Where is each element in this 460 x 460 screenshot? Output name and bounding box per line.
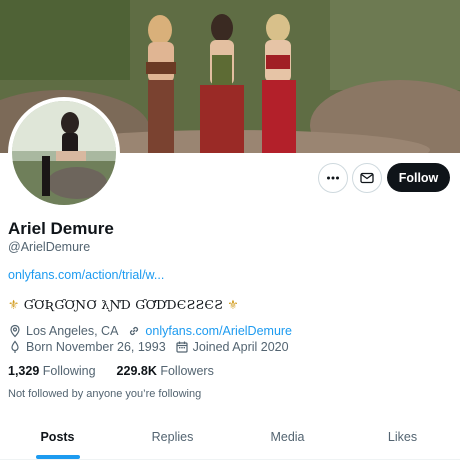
avatar-image bbox=[12, 101, 116, 205]
following-label: Following bbox=[42, 364, 96, 378]
follow-stats: 1,329 Following 229.8K Followers bbox=[8, 364, 214, 378]
joined-date-text: Joined April 2020 bbox=[192, 340, 289, 354]
birthday-icon bbox=[8, 340, 22, 354]
more-icon bbox=[327, 176, 339, 180]
tab-label: Replies bbox=[151, 430, 194, 444]
profile-name: Ariel Demure bbox=[8, 219, 114, 238]
fleur-de-lis-icon: ⚜ bbox=[227, 297, 239, 312]
link-icon bbox=[127, 324, 141, 338]
birth-date-text: Born November 26, 1993 bbox=[26, 340, 166, 354]
followers-label: Followers bbox=[160, 364, 214, 378]
follow-button[interactable]: Follow bbox=[387, 163, 450, 192]
profile-handle: @ArielDemure bbox=[8, 240, 91, 254]
followers-you-know: Not followed by anyone you’re following bbox=[8, 388, 202, 400]
tab-likes[interactable]: Likes bbox=[345, 415, 460, 459]
tab-label: Posts bbox=[40, 430, 75, 444]
active-tab-indicator bbox=[35, 455, 80, 459]
followers-count: 229.8K bbox=[116, 364, 157, 378]
profile-meta-row: Los Angeles, CA onlyfans.com/ArielDemure bbox=[8, 324, 292, 338]
message-button[interactable] bbox=[352, 163, 382, 193]
more-options-button[interactable] bbox=[318, 163, 348, 193]
following-count: 1,329 bbox=[8, 364, 40, 378]
location-text: Los Angeles, CA bbox=[26, 324, 119, 338]
tab-label: Media bbox=[270, 430, 305, 444]
calendar-icon bbox=[175, 340, 189, 354]
bio-text: ƓƠƦƓƠƝƠ ƛƝƊ ƓƠƊƊЄƧƧЄƧ bbox=[23, 297, 224, 312]
tab-replies[interactable]: Replies bbox=[115, 415, 230, 459]
profile-bio: ⚜ ƓƠƦƓƠƝƠ ƛƝƊ ƓƠƊƊЄƧƧЄƧ ⚜ bbox=[8, 297, 239, 312]
fleur-de-lis-icon: ⚜ bbox=[8, 297, 20, 312]
website-link[interactable]: onlyfans.com/ArielDemure bbox=[145, 324, 292, 338]
tab-label: Likes bbox=[387, 430, 418, 444]
bio-link[interactable]: onlyfans.com/action/trial/w... bbox=[8, 268, 164, 282]
following-link[interactable]: 1,329 Following bbox=[8, 364, 99, 378]
tab-media[interactable]: Media bbox=[230, 415, 345, 459]
profile-avatar[interactable] bbox=[8, 97, 120, 209]
mail-icon bbox=[360, 172, 374, 184]
location-icon bbox=[8, 324, 22, 338]
profile-meta-row: Born November 26, 1993 Joined April 2020 bbox=[8, 340, 289, 354]
followers-link[interactable]: 229.8K Followers bbox=[117, 364, 214, 378]
tab-posts[interactable]: Posts bbox=[0, 415, 115, 459]
profile-tabs: Posts Replies Media Likes bbox=[0, 415, 460, 460]
